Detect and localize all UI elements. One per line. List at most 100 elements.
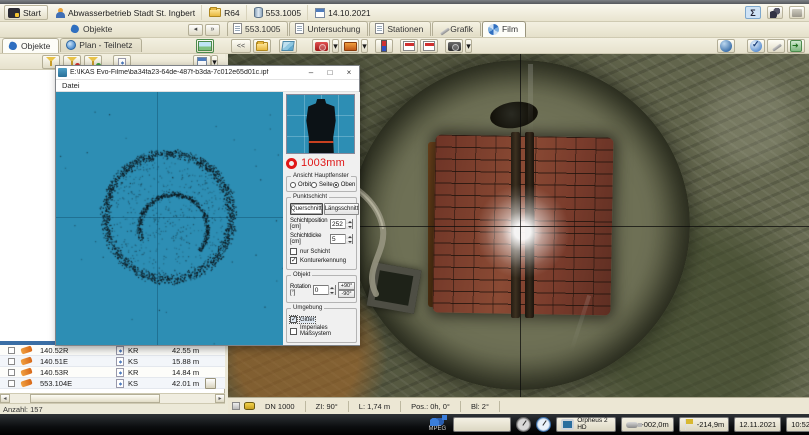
table-row[interactable]: 140.51E KS 15.88 m — [0, 356, 225, 367]
collapse-left-button[interactable]: ◂ — [188, 24, 203, 36]
film-mark-button[interactable] — [420, 39, 438, 53]
konturerkennung-checkbox[interactable]: Konturerkennung — [290, 257, 353, 264]
laengsschnitt-button[interactable]: Längsschnitt — [324, 203, 360, 215]
codec-indicator: MPEG — [429, 418, 447, 432]
sum-button[interactable]: Σ — [745, 6, 761, 19]
gauge-blue-icon[interactable] — [536, 417, 551, 432]
wing-icon — [770, 8, 780, 18]
organisation-item[interactable]: Abwasserbetrieb Stadt St. Ingbert — [52, 5, 202, 20]
schichtdicke-spinner[interactable]: 5 — [330, 234, 353, 244]
monitor-orange-button[interactable] — [341, 39, 359, 53]
check-icon — [750, 40, 762, 52]
tab-stationen[interactable]: Stationen — [369, 21, 431, 36]
tab-grafik[interactable]: Grafik — [432, 21, 481, 36]
tab-label: Stationen — [387, 24, 423, 34]
dialog-titlebar[interactable]: E:\IKAS Evo-Filme\ba34fa23-64de-487f-b3d… — [56, 66, 359, 80]
diameter-ring-icon — [286, 158, 297, 169]
row-code: KR — [128, 346, 172, 355]
gitter-checkbox[interactable]: Gitter — [290, 316, 353, 323]
row-checkbox[interactable] — [8, 358, 15, 365]
rotate-minus90-button[interactable]: -90° — [338, 290, 356, 298]
horizontal-scrollbar[interactable]: ◂ ▸ — [0, 393, 225, 403]
scroll-left-arrow[interactable]: ◂ — [0, 394, 10, 403]
ribbon-row-tabs: Objekte ◂ » 553.1005 Untersuchung Statio… — [0, 22, 809, 38]
shaft-silhouette — [305, 99, 337, 153]
date-item[interactable]: 14.10.2021 — [312, 5, 377, 20]
row-length: 42.55 m — [172, 346, 218, 355]
schichtposition-spinner[interactable]: 252 — [330, 219, 353, 229]
nur-schicht-checkbox[interactable]: nur Schicht — [290, 248, 353, 255]
open-folder-button[interactable] — [253, 39, 271, 53]
marker-icon — [20, 345, 32, 354]
querschnitt-button[interactable]: Querschnitt — [290, 203, 323, 215]
rotation-spinner[interactable]: 0 — [313, 285, 336, 295]
map-icon — [281, 41, 294, 51]
calendar-icon — [315, 8, 325, 18]
measure-button[interactable] — [375, 39, 393, 53]
object-item[interactable]: 553.1005 — [251, 5, 308, 20]
table-row[interactable]: 140.53R KR 14.84 m — [0, 367, 225, 378]
table-row[interactable]: 140.52R KR 42.55 m — [0, 345, 225, 356]
snapshot-button[interactable] — [445, 39, 463, 53]
tab-untersuchung[interactable]: Untersuchung — [289, 21, 368, 36]
radio-oben[interactable]: Oben — [333, 182, 356, 188]
row-length: 14.84 m — [172, 368, 218, 377]
image-view-button[interactable] — [196, 39, 214, 53]
scroll-thumb[interactable] — [30, 394, 160, 403]
camera-dropdown[interactable]: ▾ — [332, 39, 339, 53]
scroll-right-arrow[interactable]: ▸ — [215, 394, 225, 403]
spin-down[interactable] — [346, 239, 352, 244]
measure-icon — [381, 40, 387, 52]
snapshot-dropdown[interactable]: ▾ — [465, 39, 472, 53]
monitor-dropdown[interactable]: ▾ — [361, 39, 368, 53]
imperial-checkbox[interactable]: Imperiales Maßsystem — [290, 325, 353, 337]
document-icon — [375, 23, 384, 34]
tab-plan-teilnetz[interactable]: Plan - Teilnetz — [60, 38, 141, 52]
pen-icon — [770, 40, 782, 52]
radio-seite[interactable]: Seite — [311, 182, 333, 188]
stamp-button[interactable] — [789, 6, 805, 19]
row-checkbox[interactable] — [8, 347, 15, 354]
pointcloud-view[interactable] — [56, 92, 283, 345]
profile-thumbnail[interactable] — [286, 94, 355, 154]
status-menu-icon[interactable] — [232, 402, 240, 410]
tab-film[interactable]: Film — [482, 21, 526, 37]
schichtdicke-label: Schichtdicke [cm] — [290, 233, 328, 245]
radio-orbit[interactable]: Orbit — [290, 182, 311, 188]
spin-down[interactable] — [329, 290, 335, 295]
rotate-plus90-button[interactable]: +90° — [338, 282, 356, 290]
ribbon-row-context: Start Abwasserbetrieb Stadt St. Ingbert … — [0, 4, 809, 22]
sphere-view-button[interactable] — [717, 39, 735, 53]
camera-red-button[interactable] — [312, 39, 330, 53]
maximize-button[interactable]: □ — [322, 67, 338, 79]
confirm-button[interactable] — [747, 39, 765, 53]
project-item[interactable]: R64 — [206, 5, 247, 20]
film-cut-button[interactable] — [400, 39, 418, 53]
expand-right-button[interactable]: » — [205, 24, 220, 36]
tab-label: 553.1005 — [245, 24, 280, 34]
marker-icon — [20, 367, 32, 376]
sphere-icon — [720, 40, 732, 52]
table-scroll-button[interactable] — [205, 378, 216, 389]
spin-down[interactable] — [346, 224, 352, 229]
row-checkbox[interactable] — [8, 380, 15, 387]
start-button[interactable]: Start — [4, 5, 48, 20]
row-checkbox[interactable] — [8, 369, 15, 376]
collapse-panel-button[interactable]: << — [231, 39, 251, 53]
edit-button[interactable] — [767, 39, 785, 53]
time-value: 10:52 — [791, 420, 809, 429]
menu-datei[interactable]: Datei — [62, 81, 80, 90]
row-id: 553.104E — [40, 379, 82, 388]
report-icon — [116, 346, 124, 355]
film-frame-icon — [423, 41, 435, 51]
close-button[interactable]: × — [341, 67, 357, 79]
tab-553-1005[interactable]: 553.1005 — [227, 21, 288, 36]
import-button[interactable] — [787, 39, 805, 53]
table-row[interactable]: 553.104E KS 42.01 m — [0, 378, 225, 389]
gauge-icon[interactable] — [516, 417, 531, 432]
film-frame-icon — [403, 41, 415, 51]
minimize-button[interactable]: – — [303, 67, 319, 79]
tab-objekte[interactable]: Objekte — [2, 38, 59, 53]
map-button[interactable] — [279, 39, 297, 53]
quickcheck-button[interactable] — [767, 6, 783, 19]
